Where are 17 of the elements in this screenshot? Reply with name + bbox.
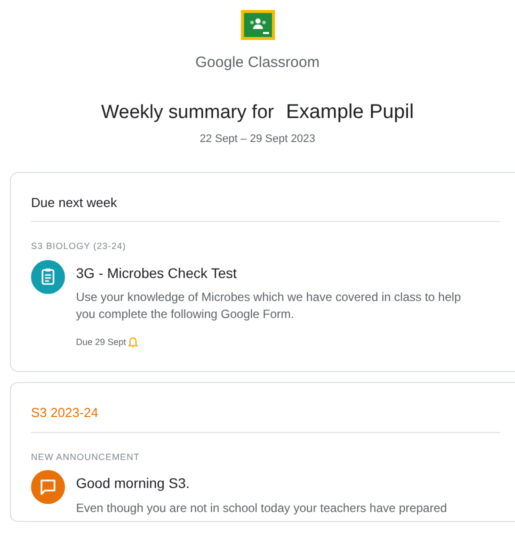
card-heading: S3 2023-24 [31,404,100,422]
card-heading: Due next week [31,194,118,212]
date-range: 22 Sept – 29 Sept 2023 [200,132,316,147]
item-title[interactable]: Good morning S3. [76,473,476,494]
announcement-icon [31,470,65,504]
due-date: Due 29 Sept [76,336,126,349]
pupil-name: Example Pupil [286,100,414,124]
item-description: Even though you are not in school today your teachers have prepared [76,500,448,517]
item-title[interactable]: 3G - Microbes Check Test [76,262,476,284]
brand-name: Google Classroom [195,53,320,73]
assignment-icon [31,260,65,294]
item-description: Use your knowledge of Microbes which we have covered in class to help you complete the following Google Form. [76,288,462,322]
classroom-logo-icon [240,10,274,40]
summary-heading: Weekly summary for [101,100,274,124]
section-label: NEW ANNOUNCEMENT [31,450,141,464]
section-label: S3 BIOLOGY (23-24) [31,240,128,253]
bell-icon [128,336,138,348]
